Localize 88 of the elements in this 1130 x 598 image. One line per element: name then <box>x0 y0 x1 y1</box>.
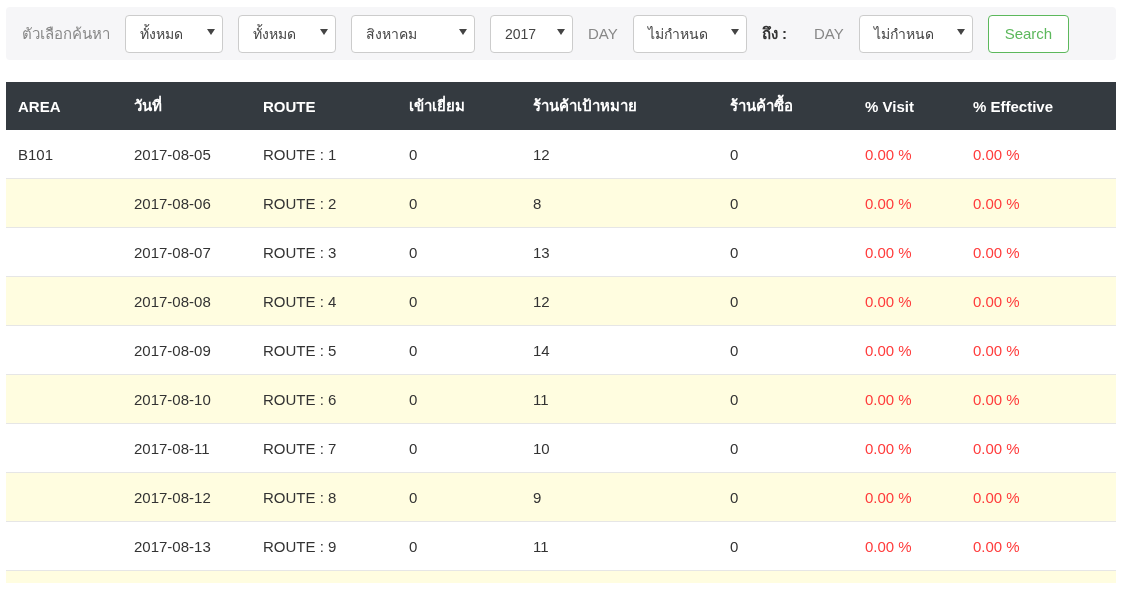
table-cell-text: 0.00 % <box>972 390 1021 408</box>
table-cell-text: 2017-08-12 <box>133 488 212 506</box>
table-cell-text: 11 <box>532 537 550 555</box>
table-cell-text: 0 <box>408 488 419 506</box>
table-cell-text: 0.00 % <box>972 537 1021 555</box>
table-cell-text: 0.00 % <box>864 341 913 359</box>
column-header: AREA <box>17 97 62 115</box>
table-cell-text: 2017-08-05 <box>133 145 212 163</box>
table-cell-text: 0.00 % <box>864 194 913 212</box>
table-cell-text: 0 <box>729 390 740 408</box>
caret-icon <box>557 28 565 35</box>
filter-label: ตัวเลือกค้นหา <box>22 23 110 44</box>
dropdown[interactable]: สิงหาคม <box>351 14 475 53</box>
table-cell-text: 0 <box>408 341 419 359</box>
table-cell-text: 2017-08-11 <box>133 439 211 457</box>
table-cell-text: 2017-08-08 <box>133 292 212 310</box>
dropdown[interactable]: 2017 <box>490 14 573 53</box>
table-cell-text: ROUTE : 4 <box>262 292 338 310</box>
column-header: ร้านค้าเป้าหมาย <box>532 96 638 116</box>
table-cell-text: 0 <box>408 243 419 261</box>
table-cell-text: 0.00 % <box>864 243 913 261</box>
table-cell-text: ROUTE : 1 <box>262 145 338 163</box>
table-cell-text: 0 <box>729 488 740 506</box>
table-cell-text: 0 <box>408 439 419 457</box>
table-cell-text: 13 <box>532 243 551 261</box>
column-header: เข้าเยี่ยม <box>408 94 466 116</box>
caret-icon <box>320 28 328 35</box>
dropdown[interactable]: ทั้งหมด <box>238 14 336 53</box>
table-cell-text: 9 <box>532 488 543 506</box>
column-header: % Effective <box>972 97 1055 115</box>
table-cell-text: 0 <box>729 292 740 310</box>
table-cell-text: 0 <box>729 341 740 359</box>
table-cell-text: 0 <box>729 439 740 457</box>
column-header: วันที่ <box>133 94 163 116</box>
table-cell-text: 2017-08-10 <box>133 390 212 408</box>
table-cell-text: 0.00 % <box>972 439 1021 457</box>
table-cell-text: ROUTE : 6 <box>262 390 338 408</box>
table-cell-text: 0.00 % <box>864 439 913 457</box>
table-cell-text: 0.00 % <box>864 390 913 408</box>
table-cell-text: B101 <box>17 145 55 163</box>
table-cell-text: 2017-08-13 <box>133 537 212 555</box>
table-cell-text: 10 <box>532 439 551 457</box>
table-cell-text: 0.00 % <box>972 194 1021 212</box>
table-cell-text: 8 <box>532 194 543 212</box>
table-cell-text: 0.00 % <box>864 537 913 555</box>
table-cell-text: 0.00 % <box>972 488 1021 506</box>
dropdown[interactable]: ไม่กำหนด <box>858 14 973 53</box>
table-cell-text: 0 <box>729 145 740 163</box>
table-cell-text: 12 <box>532 292 551 310</box>
table-cell-text: 0.00 % <box>972 341 1021 359</box>
table-cell-text: 0.00 % <box>864 145 913 163</box>
table-cell-text: 0 <box>408 145 419 163</box>
table-cell-text: 2017-08-06 <box>133 194 212 212</box>
range-label: ถึง : <box>761 23 787 44</box>
table-cell-text: 2017-08-09 <box>133 341 212 359</box>
table-cell-text: 0.00 % <box>864 292 913 310</box>
table-cell-text: 0 <box>729 243 740 261</box>
table-cell-text: 0 <box>408 390 419 408</box>
caret-icon <box>956 28 965 35</box>
filter-label: DAY <box>588 25 618 42</box>
column-header: ร้านค้าซื้อ <box>718 94 853 118</box>
caret-icon <box>207 28 215 35</box>
dropdown[interactable]: ไม่กำหนด <box>632 14 747 53</box>
table-cell-text: 0.00 % <box>972 292 1021 310</box>
table-cell-text: 11 <box>532 390 550 408</box>
table-cell-text: 0 <box>729 194 740 212</box>
column-header: % Visit <box>864 97 915 115</box>
table-cell-text: 14 <box>532 341 551 359</box>
table-cell-text: ROUTE : 5 <box>262 341 338 359</box>
dropdown[interactable]: ทั้งหมด <box>125 14 223 53</box>
table-cell-text: ROUTE : 2 <box>262 194 338 212</box>
column-header: ROUTE <box>262 97 317 115</box>
caret-icon <box>459 28 467 35</box>
table-cell-text: ROUTE : 3 <box>262 243 338 261</box>
table-cell-text: 0.00 % <box>972 243 1021 261</box>
table-cell-text: ROUTE : 9 <box>262 537 338 555</box>
table-cell-text: 0 <box>408 292 419 310</box>
table-cell-text: 0 <box>408 537 419 555</box>
table-cell-text: 0.00 % <box>864 488 913 506</box>
table-cell-text: ROUTE : 8 <box>262 488 338 506</box>
table-cell-text: 12 <box>532 145 551 163</box>
filter-label: DAY <box>813 25 844 42</box>
table-cell-text: 0.00 % <box>972 145 1021 163</box>
table-cell-text: 0 <box>729 537 740 555</box>
table-cell-text: 2017-08-07 <box>133 243 212 261</box>
table-cell-text: 0 <box>408 194 419 212</box>
caret-icon <box>730 28 739 35</box>
table-cell-text: ROUTE : 7 <box>262 439 338 457</box>
